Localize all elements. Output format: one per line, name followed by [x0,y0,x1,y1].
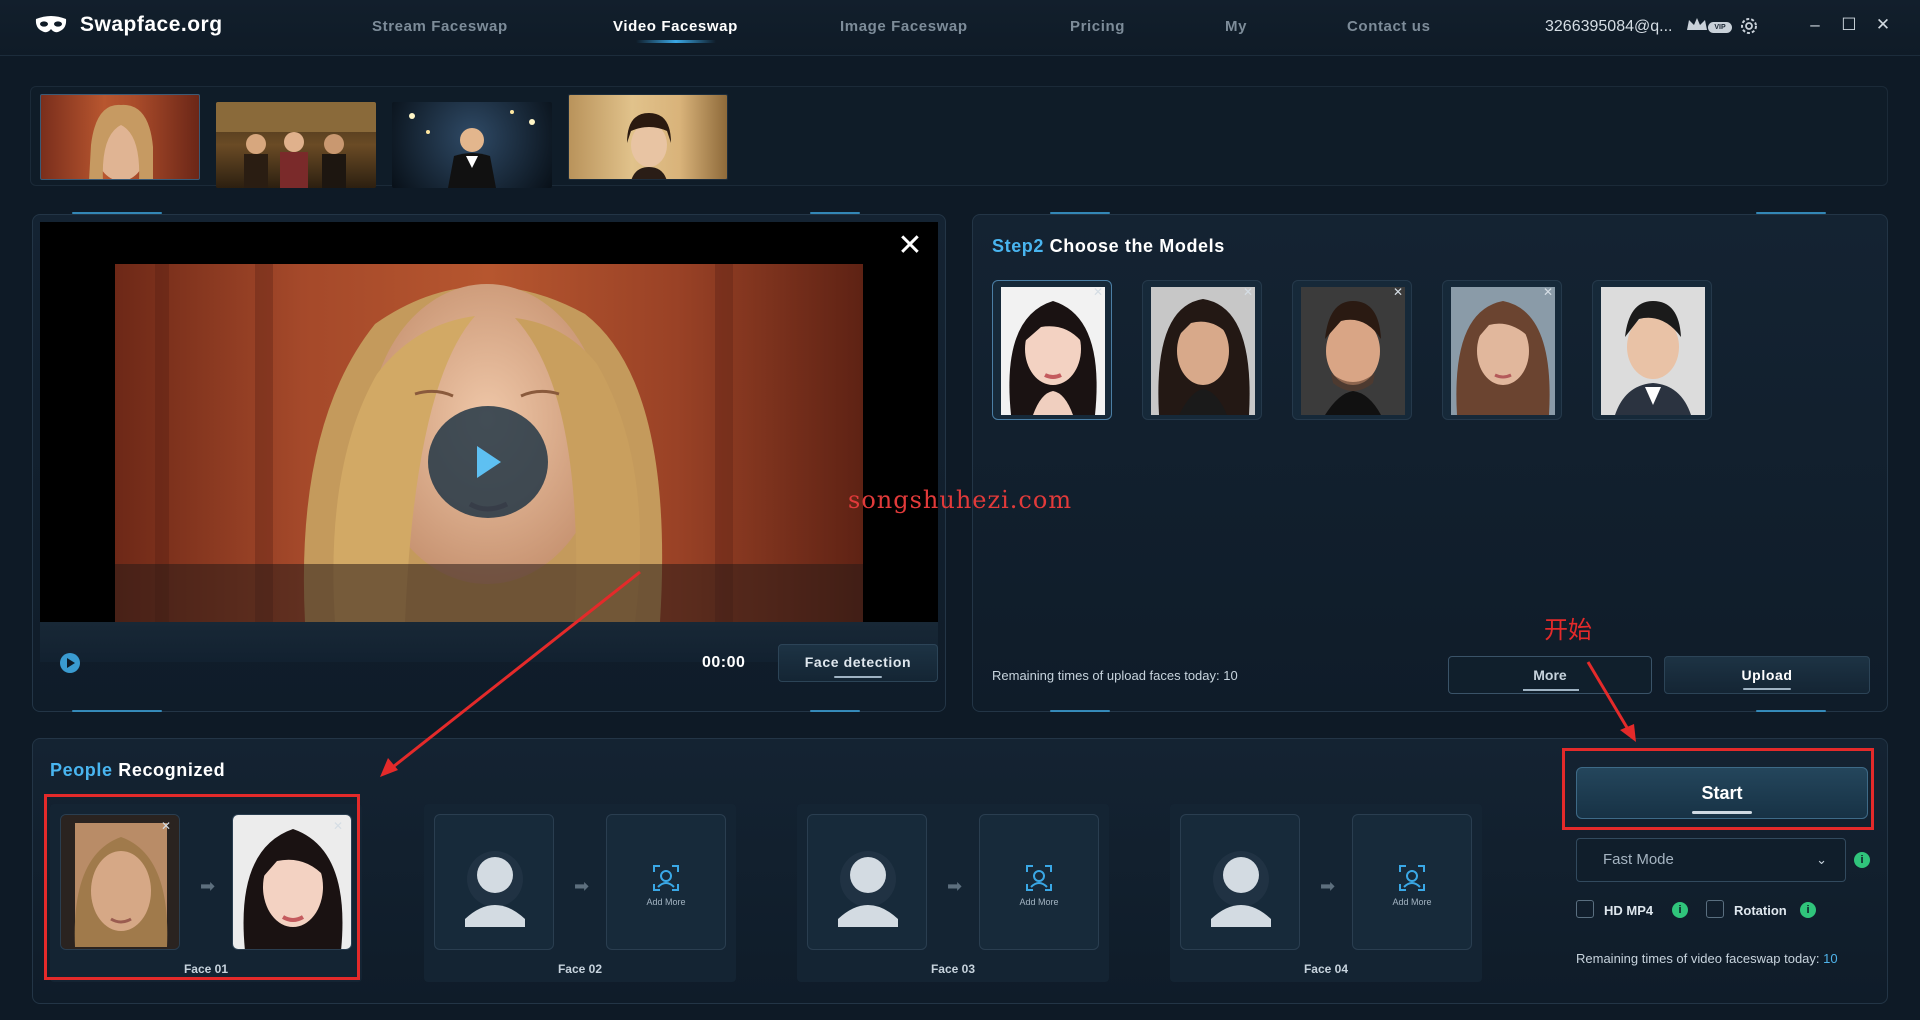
watermark-text: songshuhezi.com [848,486,1073,514]
